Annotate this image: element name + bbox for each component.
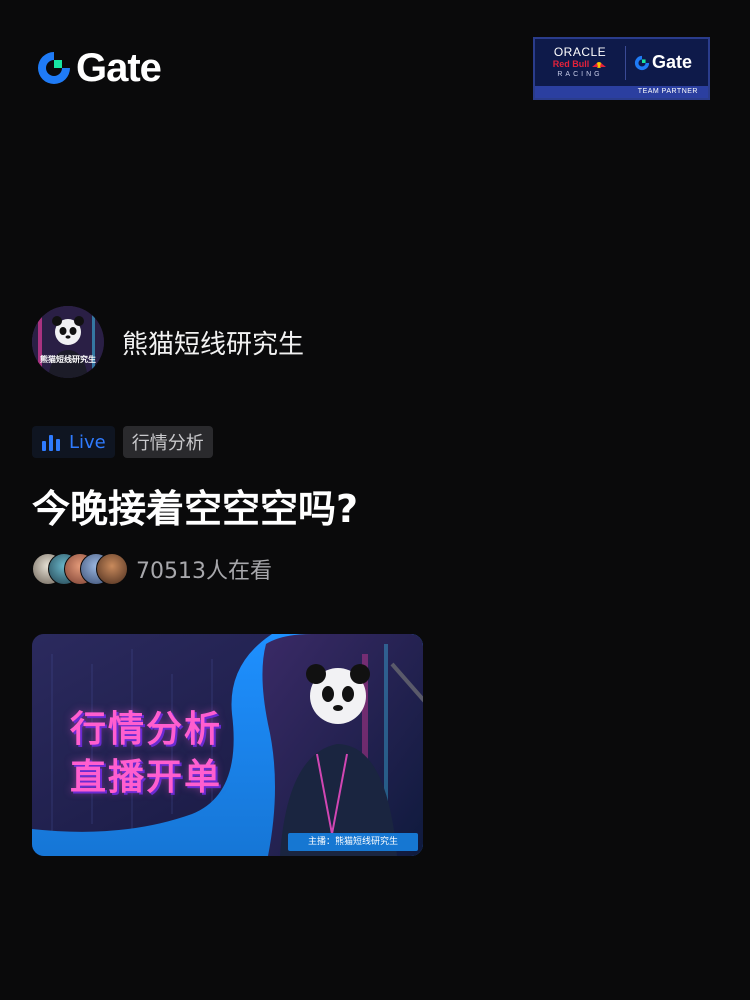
- gate-logo-text: Gate: [76, 46, 162, 90]
- team-partner-badge: ORACLE Red Bull RACING Gate TEAM PARTNER: [533, 37, 710, 100]
- gate-logo: Gate: [36, 46, 162, 90]
- gate-small-icon: [634, 55, 650, 70]
- category-tag[interactable]: 行情分析: [122, 426, 213, 458]
- red-bull-text: Red Bull: [552, 59, 590, 69]
- gate-logo-icon: [38, 52, 70, 84]
- cover-headline-1: 行情分析: [70, 709, 223, 750]
- bull-icon: [592, 61, 607, 68]
- stream-cover[interactable]: 行情分析 直播开单 主播：熊猫短线研究生: [32, 634, 423, 856]
- stream-title: 今晚接着空空空吗?: [32, 487, 359, 531]
- team-partner-label: TEAM PARTNER: [535, 86, 708, 98]
- cover-host-label: 主播：熊猫短线研究生: [288, 833, 418, 851]
- partner-gate-logo: Gate: [634, 52, 692, 73]
- live-label: Live: [69, 431, 106, 453]
- host-avatar[interactable]: 熊猫短线研究生: [32, 306, 104, 378]
- live-badge: Live: [32, 426, 115, 458]
- host-name[interactable]: 熊猫短线研究生: [122, 324, 304, 361]
- avatar-caption: 熊猫短线研究生: [40, 355, 96, 364]
- host-profile[interactable]: 熊猫短线研究生 熊猫短线研究生: [32, 306, 304, 378]
- live-bars-icon: [42, 435, 60, 451]
- partner-gate-text: Gate: [652, 52, 693, 72]
- red-bull-logo: Red Bull: [553, 59, 608, 70]
- viewer-avatar: [96, 553, 128, 585]
- cover-headline-2: 直播开单: [70, 757, 223, 798]
- viewer-avatars: [32, 552, 128, 586]
- viewer-count: 70513人在看: [136, 559, 272, 584]
- panda-avatar-icon: [32, 306, 104, 378]
- oracle-text: ORACLE: [553, 45, 607, 59]
- badge-divider: [625, 45, 626, 80]
- viewer-count-row: 70513人在看: [32, 552, 272, 586]
- racing-text: RACING: [557, 71, 603, 78]
- stream-tags: Live 行情分析: [32, 426, 213, 458]
